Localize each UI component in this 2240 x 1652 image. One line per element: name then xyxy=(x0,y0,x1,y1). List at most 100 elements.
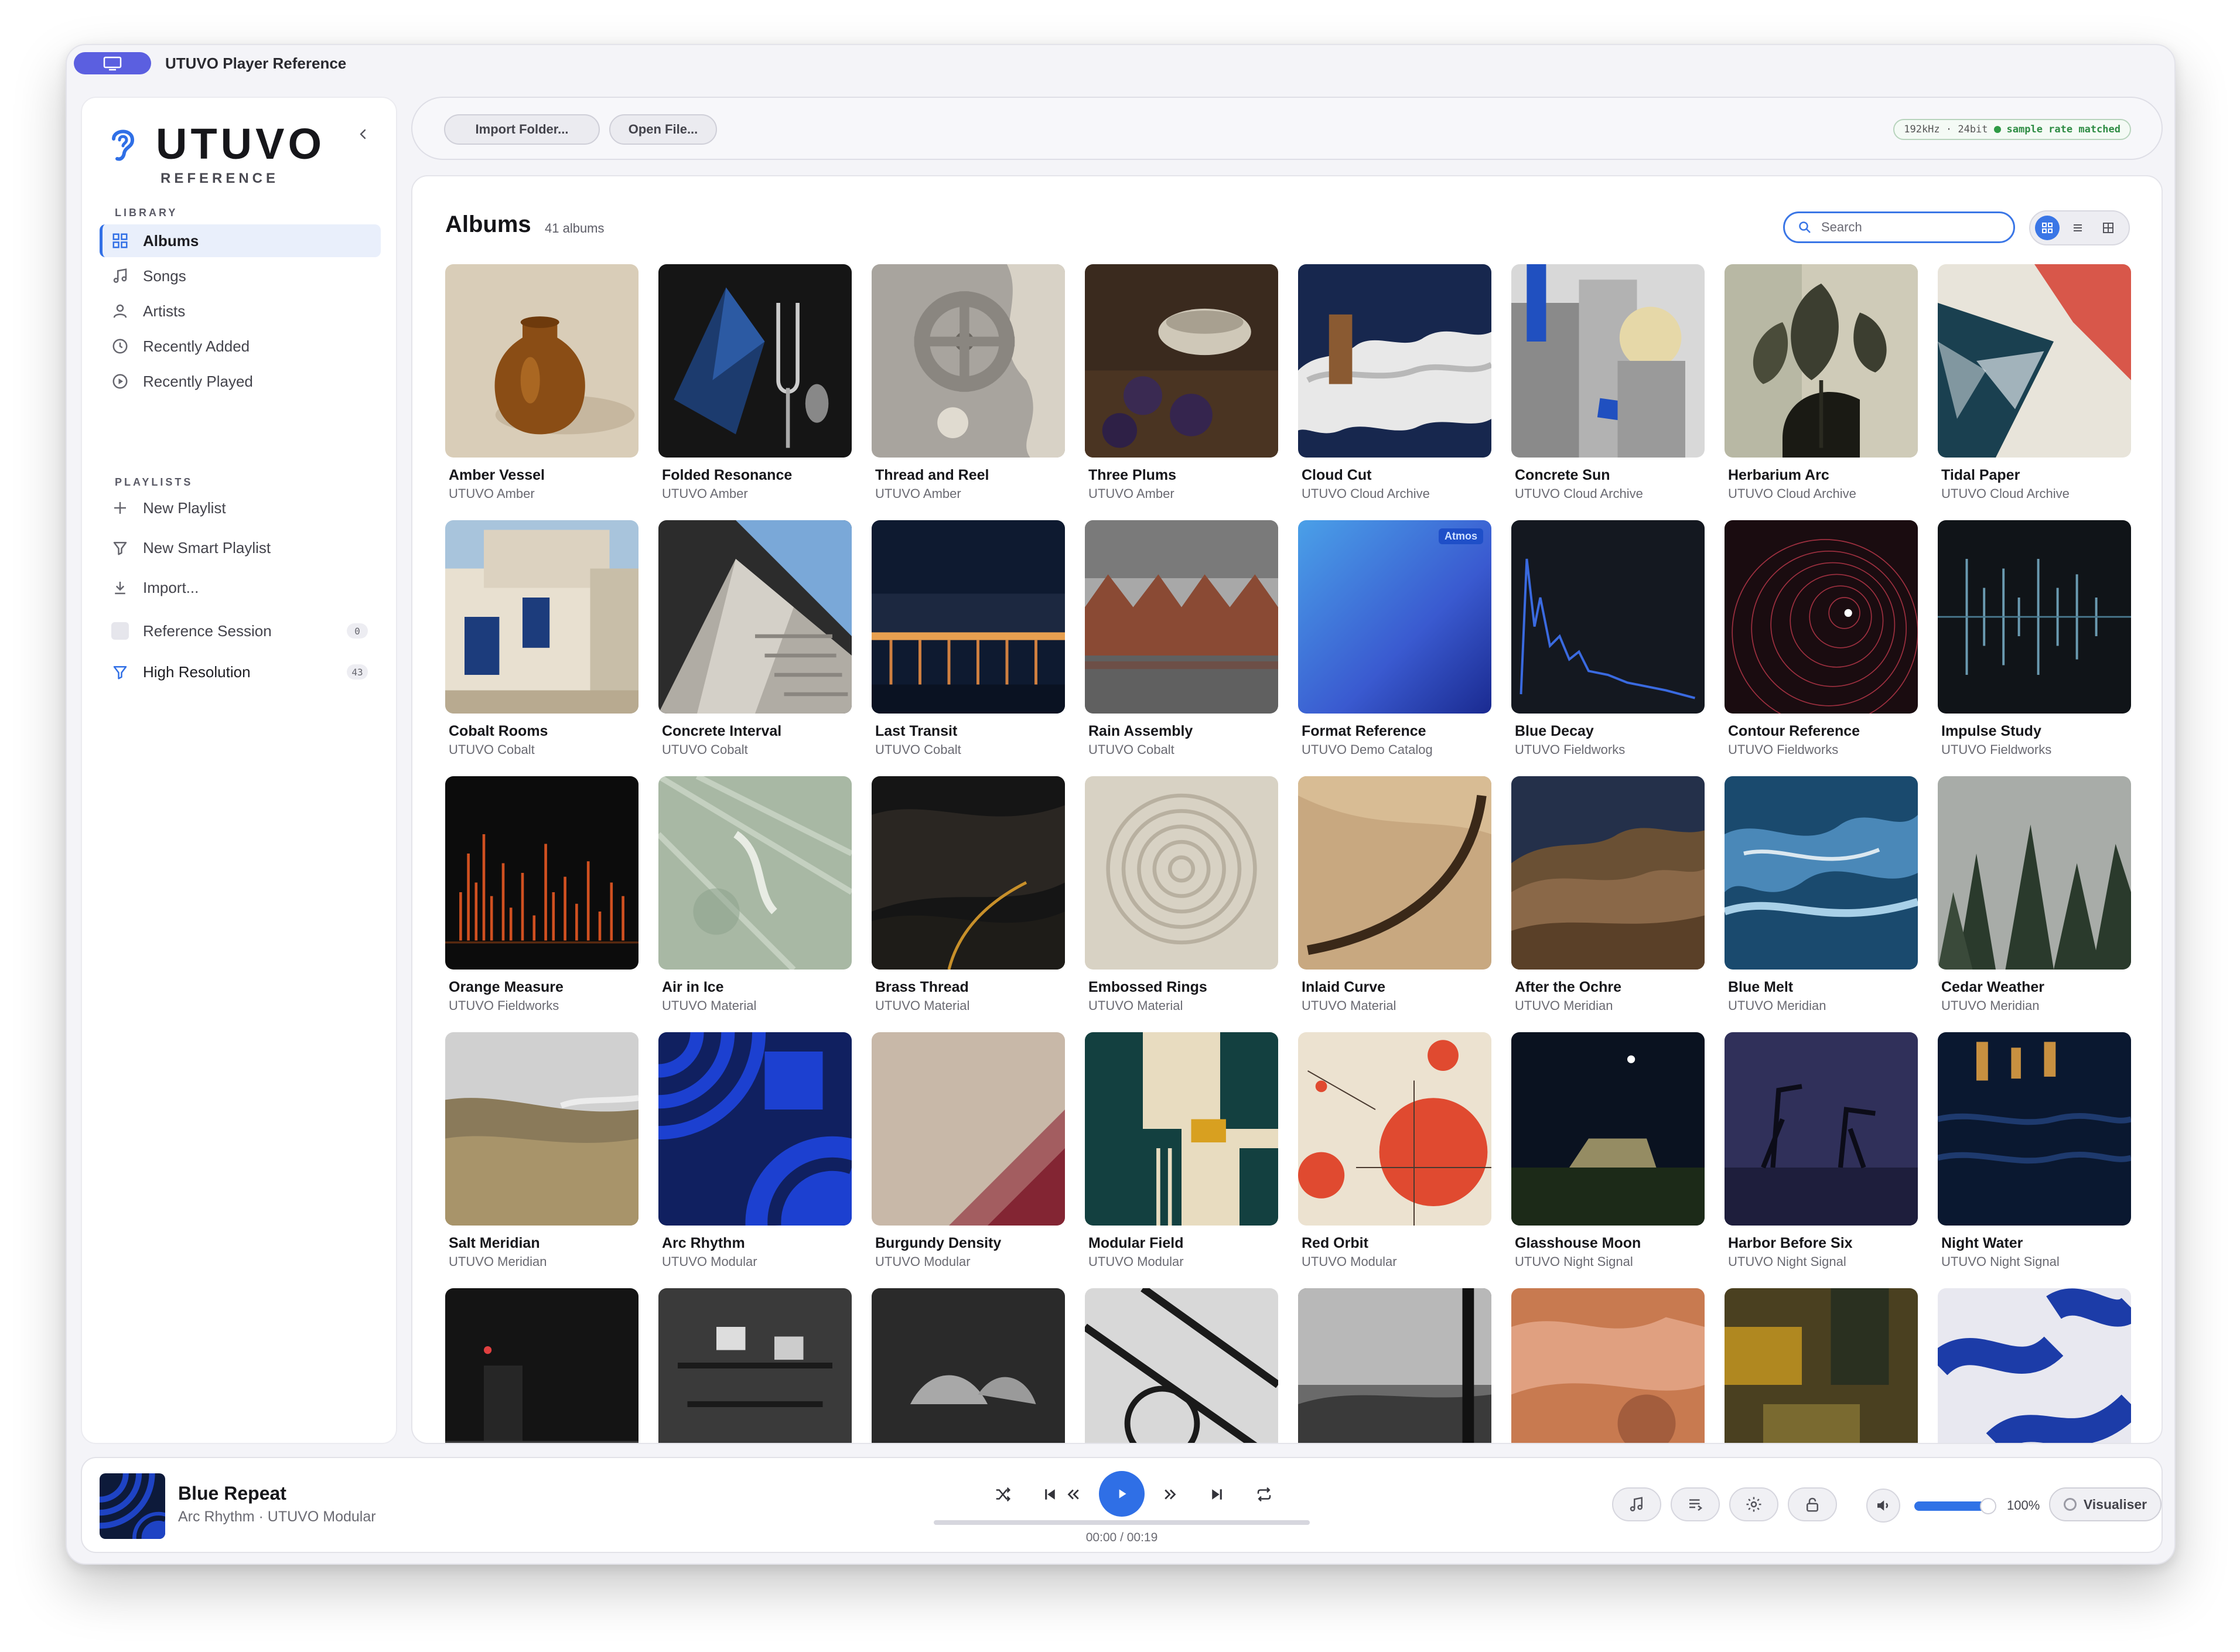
queue-button[interactable] xyxy=(1671,1487,1720,1521)
album-card[interactable]: Concrete Sun UTUVO Cloud Archive xyxy=(1511,264,1705,501)
window-switcher-button[interactable] xyxy=(74,52,151,74)
album-artwork[interactable] xyxy=(1725,264,1918,458)
album-card[interactable]: Embossed Rings UTUVO Material xyxy=(1085,776,1278,1013)
album-card[interactable]: Rain Assembly UTUVO Cobalt xyxy=(1085,520,1278,757)
album-artwork[interactable] xyxy=(1085,264,1278,458)
album-card[interactable]: Burgundy Density UTUVO Modular xyxy=(872,1032,1065,1269)
album-artwork[interactable] xyxy=(658,776,852,970)
album-card[interactable]: Blue Melt UTUVO Meridian xyxy=(1725,776,1918,1013)
album-card[interactable]: Cedar Weather UTUVO Meridian xyxy=(1938,776,2131,1013)
album-card[interactable]: Orange Measure UTUVO Fieldworks xyxy=(445,776,638,1013)
sidebar-item-artists[interactable]: Artists xyxy=(100,295,381,327)
album-card[interactable] xyxy=(1085,1288,1278,1443)
album-card[interactable] xyxy=(658,1288,852,1443)
album-artwork[interactable] xyxy=(872,1032,1065,1226)
sidebar-item-songs[interactable]: Songs xyxy=(100,260,381,292)
album-artwork[interactable] xyxy=(1298,776,1491,970)
sidebar-item-recently-added[interactable]: Recently Added xyxy=(100,330,381,363)
exclusive-mode-button[interactable] xyxy=(1788,1487,1837,1521)
album-artwork[interactable] xyxy=(658,520,852,714)
album-artwork[interactable] xyxy=(872,1288,1065,1443)
album-artwork[interactable] xyxy=(1511,1288,1705,1443)
album-card[interactable]: Impulse Study UTUVO Fieldworks xyxy=(1938,520,2131,757)
album-card[interactable]: Air in Ice UTUVO Material xyxy=(658,776,852,1013)
album-artwork[interactable] xyxy=(658,1288,852,1443)
album-artwork[interactable] xyxy=(445,776,638,970)
album-artwork[interactable] xyxy=(1938,1288,2131,1443)
album-artwork[interactable] xyxy=(1938,1032,2131,1226)
album-artwork[interactable] xyxy=(445,264,638,458)
album-card[interactable]: Glasshouse Moon UTUVO Night Signal xyxy=(1511,1032,1705,1269)
album-artwork[interactable] xyxy=(1298,264,1491,458)
album-artwork[interactable] xyxy=(1298,1032,1491,1226)
new-playlist-button[interactable]: New Playlist xyxy=(100,491,381,524)
album-card[interactable]: Blue Decay UTUVO Fieldworks xyxy=(1511,520,1705,757)
search-input[interactable]: Search xyxy=(1783,211,2015,243)
album-artwork[interactable] xyxy=(1725,520,1918,714)
next-track-button[interactable] xyxy=(1202,1479,1232,1510)
album-artwork[interactable] xyxy=(1085,1032,1278,1226)
album-card[interactable] xyxy=(1938,1288,2131,1443)
album-card[interactable]: Herbarium Arc UTUVO Cloud Archive xyxy=(1725,264,1918,501)
repeat-button[interactable] xyxy=(1249,1479,1279,1510)
album-artwork[interactable] xyxy=(1511,1032,1705,1226)
new-smart-playlist-button[interactable]: New Smart Playlist xyxy=(100,531,381,564)
album-card[interactable]: Cloud Cut UTUVO Cloud Archive xyxy=(1298,264,1491,501)
album-card[interactable]: Thread and Reel UTUVO Amber xyxy=(872,264,1065,501)
shuffle-button[interactable] xyxy=(988,1479,1018,1510)
playback-progress-bar[interactable] xyxy=(934,1520,1310,1525)
album-card[interactable] xyxy=(1725,1288,1918,1443)
album-artwork[interactable] xyxy=(872,264,1065,458)
album-card[interactable]: Harbor Before Six UTUVO Night Signal xyxy=(1725,1032,1918,1269)
album-card[interactable] xyxy=(445,1288,638,1443)
album-artwork[interactable] xyxy=(1298,1288,1491,1443)
album-artwork[interactable] xyxy=(1725,1032,1918,1226)
album-artwork[interactable] xyxy=(445,520,638,714)
album-artwork[interactable]: Atmos xyxy=(1298,520,1491,714)
album-artwork[interactable] xyxy=(445,1288,638,1443)
album-card[interactable]: Three Plums UTUVO Amber xyxy=(1085,264,1278,501)
album-artwork[interactable] xyxy=(658,1032,852,1226)
album-card[interactable]: Last Transit UTUVO Cobalt xyxy=(872,520,1065,757)
album-card[interactable]: Red Orbit UTUVO Modular xyxy=(1298,1032,1491,1269)
album-artwork[interactable] xyxy=(1938,776,2131,970)
album-card[interactable] xyxy=(1298,1288,1491,1443)
album-card[interactable]: Night Water UTUVO Night Signal xyxy=(1938,1032,2131,1269)
album-artwork[interactable] xyxy=(1085,1288,1278,1443)
album-artwork[interactable] xyxy=(658,264,852,458)
sidebar-item-albums[interactable]: Albums xyxy=(100,224,381,257)
album-card[interactable]: Folded Resonance UTUVO Amber xyxy=(658,264,852,501)
album-card[interactable]: Arc Rhythm UTUVO Modular xyxy=(658,1032,852,1269)
now-playing-artwork[interactable] xyxy=(100,1473,165,1539)
album-card[interactable]: Tidal Paper UTUVO Cloud Archive xyxy=(1938,264,2131,501)
lyrics-button[interactable] xyxy=(1612,1487,1661,1521)
album-artwork[interactable] xyxy=(1938,264,2131,458)
album-card[interactable] xyxy=(1511,1288,1705,1443)
album-card[interactable]: Brass Thread UTUVO Material xyxy=(872,776,1065,1013)
album-artwork[interactable] xyxy=(1725,1288,1918,1443)
list-view-button[interactable] xyxy=(2065,216,2090,240)
settings-button[interactable] xyxy=(1729,1487,1778,1521)
import-playlist-button[interactable]: Import... xyxy=(100,571,381,604)
collapse-sidebar-button[interactable] xyxy=(351,122,375,146)
album-card[interactable] xyxy=(872,1288,1065,1443)
sidebar-playlist-reference-session[interactable]: Reference Session 0 xyxy=(100,615,381,647)
album-card[interactable]: Concrete Interval UTUVO Cobalt xyxy=(658,520,852,757)
album-artwork[interactable] xyxy=(1938,520,2131,714)
play-button[interactable] xyxy=(1099,1471,1145,1517)
volume-slider[interactable] xyxy=(1914,1498,1996,1514)
album-artwork[interactable] xyxy=(1511,264,1705,458)
album-artwork[interactable] xyxy=(1725,776,1918,970)
album-artwork[interactable] xyxy=(1085,776,1278,970)
album-artwork[interactable] xyxy=(1085,520,1278,714)
album-card[interactable]: Contour Reference UTUVO Fieldworks xyxy=(1725,520,1918,757)
open-file-button[interactable]: Open File... xyxy=(609,114,717,145)
compact-grid-view-button[interactable] xyxy=(2096,216,2121,240)
album-card[interactable]: Inlaid Curve UTUVO Material xyxy=(1298,776,1491,1013)
album-card[interactable]: Cobalt Rooms UTUVO Cobalt xyxy=(445,520,638,757)
volume-knob[interactable] xyxy=(1980,1498,1996,1514)
album-card[interactable]: After the Ochre UTUVO Meridian xyxy=(1511,776,1705,1013)
album-card[interactable]: Modular Field UTUVO Modular xyxy=(1085,1032,1278,1269)
import-folder-button[interactable]: Import Folder... xyxy=(444,114,600,145)
album-artwork[interactable] xyxy=(445,1032,638,1226)
